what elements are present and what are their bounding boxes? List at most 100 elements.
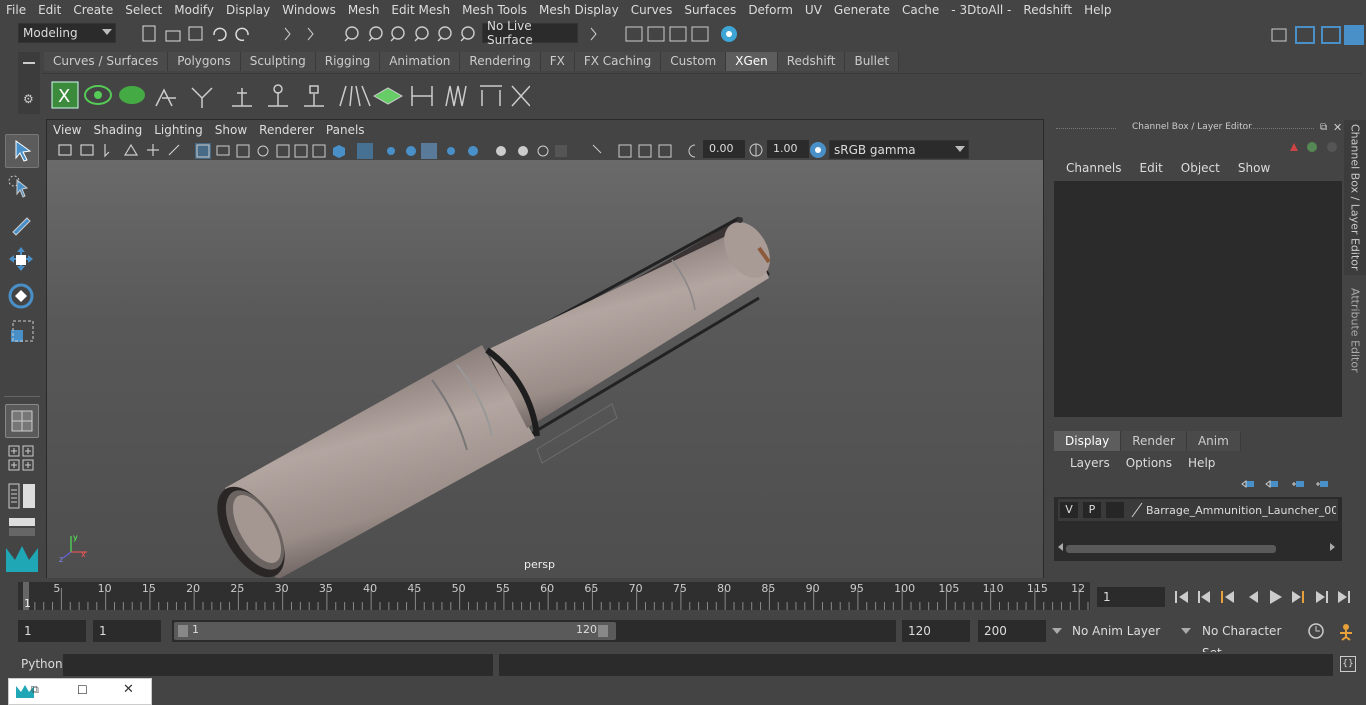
shelf-tab-rendering[interactable]: Rendering bbox=[460, 52, 541, 71]
shelf-tab-fx[interactable]: FX bbox=[540, 52, 575, 71]
chevron-down-icon[interactable] bbox=[1181, 628, 1191, 634]
live-surface-field[interactable]: No Live Surface bbox=[482, 19, 578, 47]
color-management-icon[interactable] bbox=[809, 141, 827, 159]
color-space-dropdown[interactable]: sRGB gamma bbox=[829, 140, 969, 159]
render-tools-icons[interactable] bbox=[586, 23, 746, 45]
viewport-toolbar-icons[interactable] bbox=[55, 141, 695, 159]
shelf-side-controls[interactable]: ⚙ bbox=[18, 52, 40, 114]
menu-select[interactable]: Select bbox=[119, 3, 168, 17]
layer-visibility-toggle[interactable]: V bbox=[1060, 502, 1078, 518]
menu-curves[interactable]: Curves bbox=[625, 3, 679, 17]
menu-help[interactable]: Help bbox=[1078, 3, 1117, 17]
xgen-shelf-icons[interactable]: X bbox=[50, 78, 530, 112]
layout-single-button[interactable] bbox=[5, 404, 39, 438]
move-tool-button[interactable] bbox=[5, 244, 39, 278]
time-slider[interactable]: 5 10 15 20 25 30 35 40 45 50 55 60 65 70 75 80 85 90 95 100… bbox=[18, 582, 1090, 610]
layer-tab-render[interactable]: Render bbox=[1121, 431, 1187, 451]
viewport-menu-lighting[interactable]: Lighting bbox=[148, 123, 209, 137]
current-frame-field[interactable]: 1 bbox=[1097, 587, 1165, 607]
rotate-tool-button[interactable] bbox=[5, 280, 39, 314]
script-editor-icon[interactable]: {} bbox=[1340, 656, 1356, 672]
tab-attribute-editor[interactable]: Attribute Editor bbox=[1344, 280, 1366, 380]
menu-modify[interactable]: Modify bbox=[168, 3, 220, 17]
range-slider-handle[interactable] bbox=[174, 622, 616, 640]
layer-row[interactable]: V P Barrage_Ammunition_Launcher_001_l bbox=[1058, 499, 1338, 521]
channel-menu-channels[interactable]: Channels bbox=[1060, 161, 1128, 175]
menu-deform[interactable]: Deform bbox=[742, 3, 799, 17]
layer-buttons-icons[interactable] bbox=[1240, 475, 1334, 493]
shelf-tab-rigging[interactable]: Rigging bbox=[315, 52, 381, 71]
shelf-tab-custom[interactable]: Custom bbox=[661, 52, 727, 71]
layer-tab-display[interactable]: Display bbox=[1054, 431, 1122, 451]
menu-edit-mesh[interactable]: Edit Mesh bbox=[385, 3, 456, 17]
layout-icons[interactable] bbox=[1268, 23, 1366, 47]
menu-surfaces[interactable]: Surfaces bbox=[678, 3, 742, 17]
anim-layer-dropdown[interactable]: No Anim Layer bbox=[1066, 620, 1178, 642]
channel-menu-edit[interactable]: Edit bbox=[1134, 161, 1169, 175]
menu-mesh-tools[interactable]: Mesh Tools bbox=[456, 3, 533, 17]
viewport-menu-panels[interactable]: Panels bbox=[320, 123, 371, 137]
close-icon[interactable]: ✕ bbox=[1333, 121, 1342, 134]
viewport-menu-view[interactable]: View bbox=[47, 123, 87, 137]
end-time-field[interactable]: 200 bbox=[978, 620, 1046, 642]
chevron-down-icon[interactable] bbox=[1052, 628, 1062, 634]
playback-end-field[interactable]: 120 bbox=[902, 620, 970, 642]
layer-menu-layers[interactable]: Layers bbox=[1064, 456, 1116, 470]
shelf-tab-redshift[interactable]: Redshift bbox=[777, 52, 846, 71]
menu-redshift[interactable]: Redshift bbox=[1017, 3, 1078, 17]
gamma-field[interactable]: 1.00 bbox=[767, 140, 809, 158]
channel-menu-show[interactable]: Show bbox=[1232, 161, 1276, 175]
layer-menu-options[interactable]: Options bbox=[1120, 456, 1178, 470]
gear-icon[interactable]: ⚙ bbox=[23, 92, 34, 106]
quad-layout-icon[interactable] bbox=[8, 444, 38, 474]
range-end-handle[interactable] bbox=[598, 625, 608, 637]
prefs-icons[interactable] bbox=[1306, 620, 1362, 642]
shelf-tab-curves-surfaces[interactable]: Curves / Surfaces bbox=[44, 52, 169, 71]
shelf-tab-sculpting[interactable]: Sculpting bbox=[240, 52, 316, 71]
viewport-menu-shading[interactable]: Shading bbox=[87, 123, 148, 137]
3d-viewport[interactable]: persp xy z bbox=[47, 160, 1043, 580]
exposure-field[interactable]: 0.00 bbox=[703, 140, 745, 158]
file-tools-icons[interactable] bbox=[140, 23, 350, 45]
snap-tools-icons[interactable] bbox=[340, 23, 480, 45]
layer-playback-toggle[interactable]: P bbox=[1083, 502, 1101, 518]
shelf-tab-xgen[interactable]: XGen bbox=[726, 52, 778, 71]
range-slider[interactable]: 1 120 bbox=[172, 620, 896, 642]
viewport-menu-renderer[interactable]: Renderer bbox=[253, 123, 320, 137]
menu-file[interactable]: File bbox=[0, 3, 32, 17]
menu-edit[interactable]: Edit bbox=[32, 3, 67, 17]
shelf-tab-animation[interactable]: Animation bbox=[380, 52, 461, 71]
menu-uv[interactable]: UV bbox=[799, 3, 828, 17]
paint-select-tool-button[interactable] bbox=[5, 208, 39, 242]
channel-list[interactable] bbox=[1054, 181, 1342, 417]
layer-tab-anim[interactable]: Anim bbox=[1186, 431, 1241, 451]
shelf-menu-icon[interactable] bbox=[23, 62, 35, 64]
range-start-handle[interactable] bbox=[178, 625, 188, 637]
menu-generate[interactable]: Generate bbox=[828, 3, 896, 17]
scale-tool-button[interactable] bbox=[5, 316, 39, 350]
layer-scrollbar[interactable] bbox=[1066, 545, 1276, 553]
mode-dropdown[interactable]: Modeling bbox=[18, 23, 116, 43]
tab-channel-box[interactable]: Channel Box / Layer Editor bbox=[1344, 120, 1366, 275]
scroll-right-icon[interactable] bbox=[1330, 543, 1335, 551]
playback-start-field[interactable]: 1 bbox=[93, 620, 161, 642]
channel-box-toggle-icons[interactable] bbox=[1284, 139, 1344, 155]
shelf-tab-fx-caching[interactable]: FX Caching bbox=[574, 52, 662, 71]
channel-menu-object[interactable]: Object bbox=[1175, 161, 1226, 175]
menu-display[interactable]: Display bbox=[220, 3, 276, 17]
layer-display-type[interactable] bbox=[1106, 502, 1124, 518]
menu--3dtoall-[interactable]: - 3DtoAll - bbox=[945, 3, 1017, 17]
maximize-icon[interactable]: ☐ bbox=[77, 683, 88, 697]
close-icon[interactable]: ✕ bbox=[123, 682, 134, 697]
menu-cache[interactable]: Cache bbox=[896, 3, 945, 17]
shelf-tab-polygons[interactable]: Polygons bbox=[168, 52, 241, 71]
float-icon[interactable]: ⧉ bbox=[1320, 122, 1327, 133]
menu-mesh-display[interactable]: Mesh Display bbox=[533, 3, 625, 17]
select-tool-button[interactable] bbox=[5, 134, 39, 168]
command-input[interactable] bbox=[63, 654, 493, 676]
menu-windows[interactable]: Windows bbox=[276, 3, 342, 17]
command-language-label[interactable]: Python bbox=[21, 657, 63, 671]
timeline-ruler[interactable]: 5 10 15 20 25 30 35 40 45 50 55 60 65 70 75 80 85 90 95 100… bbox=[18, 582, 1090, 610]
layer-menu-help[interactable]: Help bbox=[1182, 456, 1221, 470]
lasso-tool-button[interactable] bbox=[5, 172, 39, 206]
